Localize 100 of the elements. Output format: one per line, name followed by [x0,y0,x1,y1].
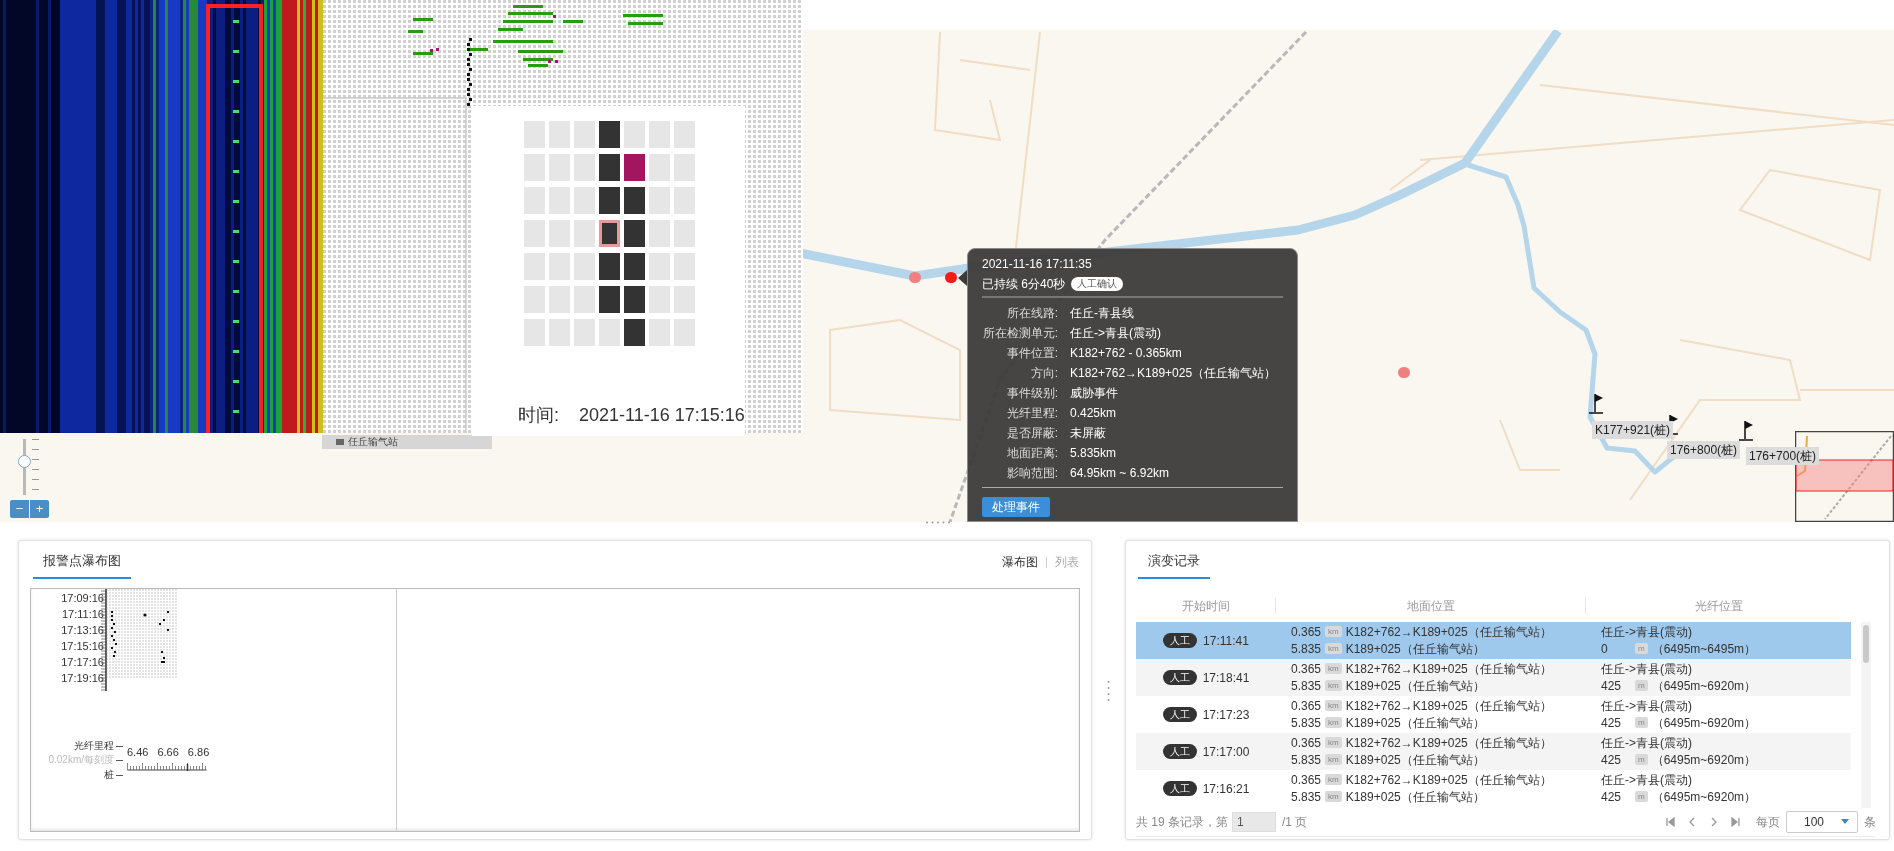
unit-badge: m [1635,717,1648,728]
source-badge: 人工 [1162,670,1197,685]
view-tab[interactable]: 瀑布图 [1002,553,1038,571]
table-cell-text: 5.835 [1291,677,1321,695]
table-cell-text: 5.835 [1291,640,1321,658]
unit-badge: m [1635,791,1648,802]
axis-label: 17:19:16 [61,671,104,686]
zoom-out-button[interactable]: − [10,500,29,518]
last-page-icon[interactable] [1730,815,1742,828]
axis-label: 17:13:16 [61,623,104,638]
axis-label: 17:17:16 [61,655,104,670]
table-cell-text: 5.835 [1291,751,1321,769]
grip-icon[interactable] [925,521,951,524]
pager-text: 每页 [1756,813,1780,831]
table-cell-text: 0.365 [1291,734,1321,752]
table-cell-text: K182+762→K189+025（任丘输气站） [1345,697,1552,715]
table-cell-text: 任丘->青县(震动) [1601,735,1693,751]
field-value: K182+762→K189+025（任丘输气站） [1070,365,1277,382]
field-label: 事件位置: [1005,345,1058,362]
pager-text: /1 页 [1282,813,1308,831]
field-label: 地面距离: [1005,445,1058,462]
field-label: 方向: [1029,365,1058,382]
table-cell-text: K189+025（任丘输气站） [1345,714,1485,732]
unit-badge: km [1325,791,1342,802]
flag-icon [1738,419,1756,441]
panel-tab[interactable]: 报警点瀑布图 [33,551,131,579]
table-cell-text: 425 [1601,751,1623,769]
unit-badge: km [1325,643,1342,654]
table-cell-text: 0 [1601,640,1609,658]
axis-label: 6.66 [157,745,179,759]
station-tab[interactable]: 任丘输气站 [322,435,492,449]
unit-badge: m [1635,754,1648,765]
table-cell-text: 17:18:41 [1202,669,1250,687]
unit-badge: m [1635,643,1648,654]
unit-badge: km [1325,717,1342,728]
table-cell-text: （6495m~6495m） [1651,640,1757,658]
field-label: 影响范围: [1005,465,1058,482]
first-page-icon[interactable] [1664,815,1676,828]
source-badge: 人工 [1162,707,1197,722]
table-cell-text: K189+025（任丘输气站） [1345,788,1485,806]
panel-tab[interactable]: 演变记录 [1138,551,1210,579]
table-cell-text: 0.365 [1291,623,1321,641]
axis-label: 17:09:16 [61,591,104,606]
table-row[interactable]: 人工 17:18:41 0.365 km K182+762→K189+025（任丘输气站） 5.835 km K189+025（任丘输气站） 任丘->青县(震动) 425 m （6495m~6920m） [1136,659,1851,696]
stake-label: 176+800(桩) [1667,441,1741,459]
unit-badge: km [1325,774,1342,785]
table-cell-text: 425 [1601,677,1623,695]
field-value: 0.425km [1070,405,1117,422]
page-size-select[interactable]: 100 [1786,810,1858,833]
alarm-point[interactable] [945,272,957,283]
field-value: 任丘->青县(震动) [1070,325,1161,342]
field-value: 64.95km ~ 6.92km [1070,465,1170,482]
page-input[interactable]: 1 [1232,811,1276,832]
axis-label: 6.86 [187,745,210,759]
table-cell-text: 任丘->青县(震动) [1601,661,1693,677]
grip-icon[interactable] [1107,680,1110,702]
table-row[interactable]: 人工 17:17:00 0.365 km K182+762→K189+025（任丘输气站） 5.835 km K189+025（任丘输气站） 任丘->青县(震动) 425 m （6495m~6920m） [1136,733,1851,770]
field-value: K182+762 - 0.365km [1070,345,1182,362]
unit-badge: km [1325,754,1342,765]
flag-icon [1588,392,1606,414]
field-label: 是否屏蔽: [1005,425,1058,442]
axis-label: 17:11:16 [62,607,104,622]
table-cell-text: K182+762→K189+025（任丘输气站） [1345,623,1552,641]
alarm-point[interactable] [909,272,921,283]
field-label: 所在检测单元: [982,325,1058,342]
field-label: 所在线路: [1005,305,1058,322]
table-cell-text: K189+025（任丘输气站） [1345,751,1485,769]
table-cell-text: 425 [1601,788,1623,806]
table-cell-text: 5.835 [1291,714,1321,732]
table-row[interactable]: 人工 17:11:41 0.365 km K182+762→K189+025（任丘输气站） 5.835 km K189+025（任丘输气站） 任丘->青县(震动) 0 m （6495m~6495m） [1136,622,1851,659]
field-value: 任丘-青县线 [1070,305,1134,322]
table-cell-text: 0.365 [1291,660,1321,678]
zoom-slider[interactable] [18,436,31,498]
zoom-in-button[interactable]: + [30,500,49,518]
stake-label: 176+700(桩) [1746,447,1820,465]
scrollbar-thumb[interactable] [1863,625,1869,663]
table-cell-text: 0.365 [1291,771,1321,789]
status-badge: 人工确认 [1071,277,1124,291]
unit-badge: m [1635,680,1648,691]
table-cell-text: （6495m~6920m） [1651,677,1757,695]
table-cell-text: （6495m~6920m） [1651,788,1757,806]
caret-icon [1841,819,1849,824]
table-cell-text: 17:17:00 [1202,743,1250,761]
field-value: 未屏蔽 [1070,425,1106,442]
time-label: 时间: [518,404,559,427]
table-cell-text: 任丘->青县(震动) [1601,772,1693,788]
source-badge: 人工 [1162,781,1197,796]
unit-badge: km [1325,663,1342,674]
axis-title: 光纤里程 [74,740,114,752]
alarm-point[interactable] [1398,367,1410,378]
field-value: 5.835km [1070,445,1117,462]
scale-note: 0.02km/每刻度 [48,754,114,766]
table-cell-text: 17:11:41 [1203,632,1249,650]
field-label: 光纤里程: [1005,405,1058,422]
station-icon [336,439,344,445]
table-cell-text: 任丘->青县(震动) [1601,624,1693,640]
source-badge: 人工 [1162,744,1197,759]
table-cell-text: 5.835 [1291,788,1321,806]
table-cell-text: 任丘->青县(震动) [1601,698,1693,714]
pager-text: 共 19 条记录，第 [1136,813,1228,831]
